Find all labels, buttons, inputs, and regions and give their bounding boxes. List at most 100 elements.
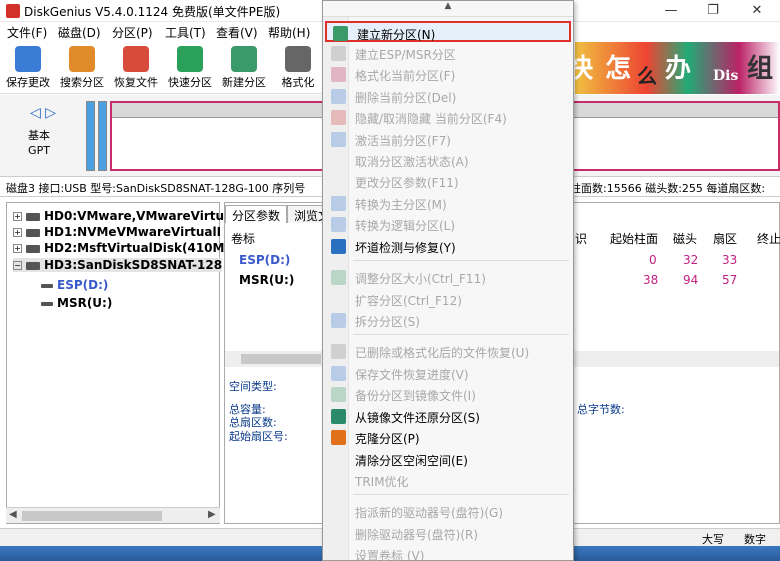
menu-disk[interactable]: 磁盘(D): [58, 24, 101, 41]
tree-item-hd3[interactable]: − HD3:SanDiskSD8SNAT-128: [13, 258, 223, 272]
menu-item-label: 拆分分区(S): [355, 315, 420, 329]
caps-indicator: 大写: [702, 533, 724, 546]
ad-banner[interactable]: 快 怎 么 办 Dis 组: [567, 42, 780, 94]
menu-partition[interactable]: 分区(P): [112, 24, 153, 41]
tree-item-hd0[interactable]: + HD0:VMware,VMwareVirtu: [13, 209, 224, 223]
format-label: 格式化: [281, 76, 315, 89]
disk-icon: [26, 228, 40, 237]
num-indicator: 数字: [744, 533, 766, 546]
menu-scroll-up-icon[interactable]: ▲: [323, 1, 573, 17]
menu-item-label: 转换为逻辑分区(L): [355, 219, 456, 233]
partition-bar-msr[interactable]: [98, 101, 107, 171]
menu-item-label: 坏道检测与修复(Y): [355, 241, 456, 255]
tree-item-label: HD0:VMware,VMwareVirtu: [44, 209, 225, 223]
menu-file[interactable]: 文件(F): [7, 24, 47, 41]
row-start-cylinder: 38: [643, 273, 659, 287]
format-icon: [331, 67, 346, 82]
menu-separator: [353, 494, 569, 495]
menu-item-18[interactable]: 从镜像文件还原分区(S): [325, 406, 571, 427]
convert-logical-icon: [331, 217, 346, 232]
esp-icon: [331, 46, 346, 61]
close-button[interactable]: ✕: [742, 2, 772, 20]
app-icon: [6, 4, 20, 18]
menu-item-23: 删除驱动器号(盘符)(R): [325, 523, 571, 544]
menu-item-label: 删除驱动器号(盘符)(R): [355, 528, 479, 542]
quick-partition-label: 快速分区: [168, 76, 212, 89]
tab-partition-params[interactable]: 分区参数: [225, 205, 288, 223]
save-progress-icon: [331, 366, 346, 381]
tree-item-label: MSR(U:): [57, 296, 113, 310]
menu-item-2: 建立ESP/MSR分区: [325, 43, 571, 64]
menu-item-19[interactable]: 克隆分区(P): [325, 427, 571, 448]
new-partition-button[interactable]: 新建分区: [218, 46, 270, 92]
menu-view[interactable]: 查看(V): [216, 24, 258, 41]
col-end[interactable]: 终止: [757, 230, 780, 247]
partition-bar-esp[interactable]: [86, 101, 95, 171]
expand-icon[interactable]: +: [13, 244, 22, 253]
disk-icon: [26, 244, 40, 253]
maximize-button[interactable]: ❐: [698, 2, 728, 20]
collapse-icon[interactable]: −: [13, 261, 22, 270]
menu-separator: [353, 260, 569, 261]
col-sector[interactable]: 扇区: [713, 230, 737, 247]
save-changes-label: 保存更改: [6, 76, 50, 89]
menu-item-label: 扩容分区(Ctrl_F12): [355, 294, 462, 308]
col-start-cylinder[interactable]: 起始柱面: [610, 230, 658, 247]
menu-item-label: 建立新分区(N): [357, 28, 436, 42]
activate-icon: [331, 132, 346, 147]
disk-nav-arrows[interactable]: ◁ ▷: [30, 105, 56, 121]
tree-item-hd2[interactable]: + HD2:MsftVirtualDisk(410M: [13, 241, 224, 255]
minimize-button[interactable]: —: [656, 2, 686, 20]
convert-primary-icon: [331, 196, 346, 211]
menu-item-1[interactable]: 建立新分区(N): [325, 21, 571, 42]
save-changes-button[interactable]: 保存更改: [2, 46, 54, 92]
row-sector: 57: [722, 273, 738, 287]
menu-item-6: 激活当前分区(F7): [325, 129, 571, 150]
backup-icon: [331, 387, 346, 402]
menu-item-label: TRIM优化: [355, 475, 409, 489]
tree-item-hd1[interactable]: + HD1:NVMeVMwareVirtualI: [13, 225, 221, 239]
tree-item-label: HD2:MsftVirtualDisk(410M: [44, 241, 225, 255]
disk-type-basic: 基本: [28, 129, 50, 142]
restore-files-label: 恢复文件: [114, 76, 158, 89]
quick-partition-button[interactable]: 快速分区: [164, 46, 216, 92]
tree-item-label: HD3:SanDiskSD8SNAT-128: [44, 258, 223, 272]
menu-tools[interactable]: 工具(T): [165, 24, 206, 41]
menu-separator: [353, 334, 569, 335]
col-volume-label[interactable]: 卷标: [231, 230, 255, 247]
tree-item-label: HD1:NVMeVMwareVirtualI: [44, 225, 222, 239]
clone-icon: [331, 430, 346, 445]
menu-item-label: 删除当前分区(Del): [355, 91, 457, 105]
tree-item-esp[interactable]: ESP(D:): [41, 278, 108, 292]
tree-item-msr[interactable]: MSR(U:): [41, 296, 112, 310]
col-id[interactable]: 识: [575, 230, 587, 247]
restore-icon: [123, 46, 149, 72]
scrollbar-thumb[interactable]: [241, 354, 321, 364]
repair-icon: [331, 239, 346, 254]
row-name: ESP(D:): [239, 253, 291, 267]
menu-item-14: 拆分分区(S): [325, 310, 571, 331]
tree-horizontal-scrollbar[interactable]: ◀ ▶: [6, 507, 220, 523]
scroll-right-icon[interactable]: ▶: [208, 509, 216, 520]
menu-help[interactable]: 帮助(H): [268, 24, 310, 41]
tree-item-label: ESP(D:): [57, 278, 109, 292]
format-icon: [285, 46, 311, 72]
menu-item-8: 更改分区参数(F11): [325, 171, 571, 192]
menu-item-9: 转换为主分区(M): [325, 193, 571, 214]
search-partition-label: 搜索分区: [60, 76, 104, 89]
menu-item-11[interactable]: 坏道检测与修复(Y): [325, 236, 571, 257]
scroll-left-icon[interactable]: ◀: [9, 509, 17, 520]
expand-icon[interactable]: +: [13, 228, 22, 237]
restore-files-button[interactable]: 恢复文件: [110, 46, 162, 92]
format-button[interactable]: 格式化: [272, 46, 324, 92]
expand-icon[interactable]: +: [13, 212, 22, 221]
search-partition-button[interactable]: 搜索分区: [56, 46, 108, 92]
menu-bar: 文件(F) 磁盘(D) 分区(P) 工具(T) 查看(V) 帮助(H): [0, 22, 330, 42]
disk-type-label: 基本 GPT: [28, 128, 50, 158]
partition-context-menu: ▲ 建立新分区(N) 建立ESP/MSR分区 格式化当前分区(F) 删除当前分区(De…: [322, 0, 574, 561]
scrollbar-thumb[interactable]: [22, 511, 162, 521]
restore-image-icon: [331, 409, 346, 424]
menu-item-7: 取消分区激活状态(A): [325, 150, 571, 171]
col-head[interactable]: 磁头: [673, 230, 697, 247]
menu-item-20[interactable]: 清除分区空闲空间(E): [325, 449, 571, 470]
